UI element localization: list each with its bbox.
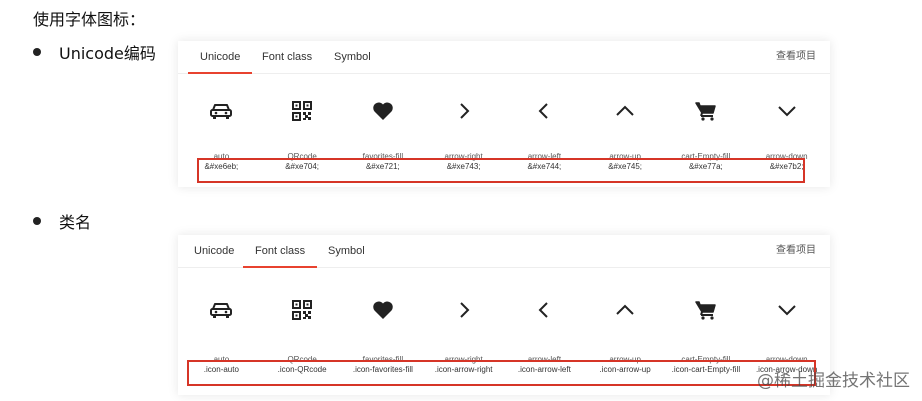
bullet-dot [33,217,41,225]
tab-unicode[interactable]: Unicode [182,235,246,267]
class-highlight-box [187,360,816,386]
tab-font-class[interactable]: Font class [243,235,318,268]
arrow-left-icon [504,96,585,126]
arrow-right-icon [423,96,504,126]
cart-icon [666,295,747,325]
qrcode-icon [262,295,343,325]
bullet-class: 类名 [33,209,91,233]
tab-unicode[interactable]: Unicode [188,41,253,74]
watermark: @稀土掘金技术社区 [757,371,910,391]
arrow-down-icon [746,295,827,325]
tab-bar: Unicode Font class Symbol 查看项目 [178,235,830,268]
car-icon [181,295,262,325]
arrow-left-icon [504,295,585,325]
car-icon [181,96,262,126]
tab-font-class[interactable]: Font class [250,41,324,73]
unicode-highlight-box [197,158,805,183]
view-project-link[interactable]: 查看项目 [776,235,816,267]
bullet-dot [33,48,41,56]
view-project-link[interactable]: 查看项目 [776,41,816,73]
bullet-unicode-label: Unicode编码 [59,44,156,63]
cart-icon [666,96,747,126]
arrow-up-icon [585,96,666,126]
heart-icon [343,295,424,325]
page-heading: 使用字体图标： [33,10,146,29]
bullet-class-label: 类名 [59,213,92,232]
arrow-right-icon [423,295,504,325]
arrow-up-icon [585,295,666,325]
qrcode-icon [262,96,343,126]
tab-bar: Unicode Font class Symbol 查看项目 [178,41,830,74]
tab-symbol[interactable]: Symbol [316,235,377,267]
heart-icon [343,96,424,126]
arrow-down-icon [746,96,827,126]
bullet-unicode: Unicode编码 [33,40,156,64]
tab-symbol[interactable]: Symbol [322,41,383,73]
